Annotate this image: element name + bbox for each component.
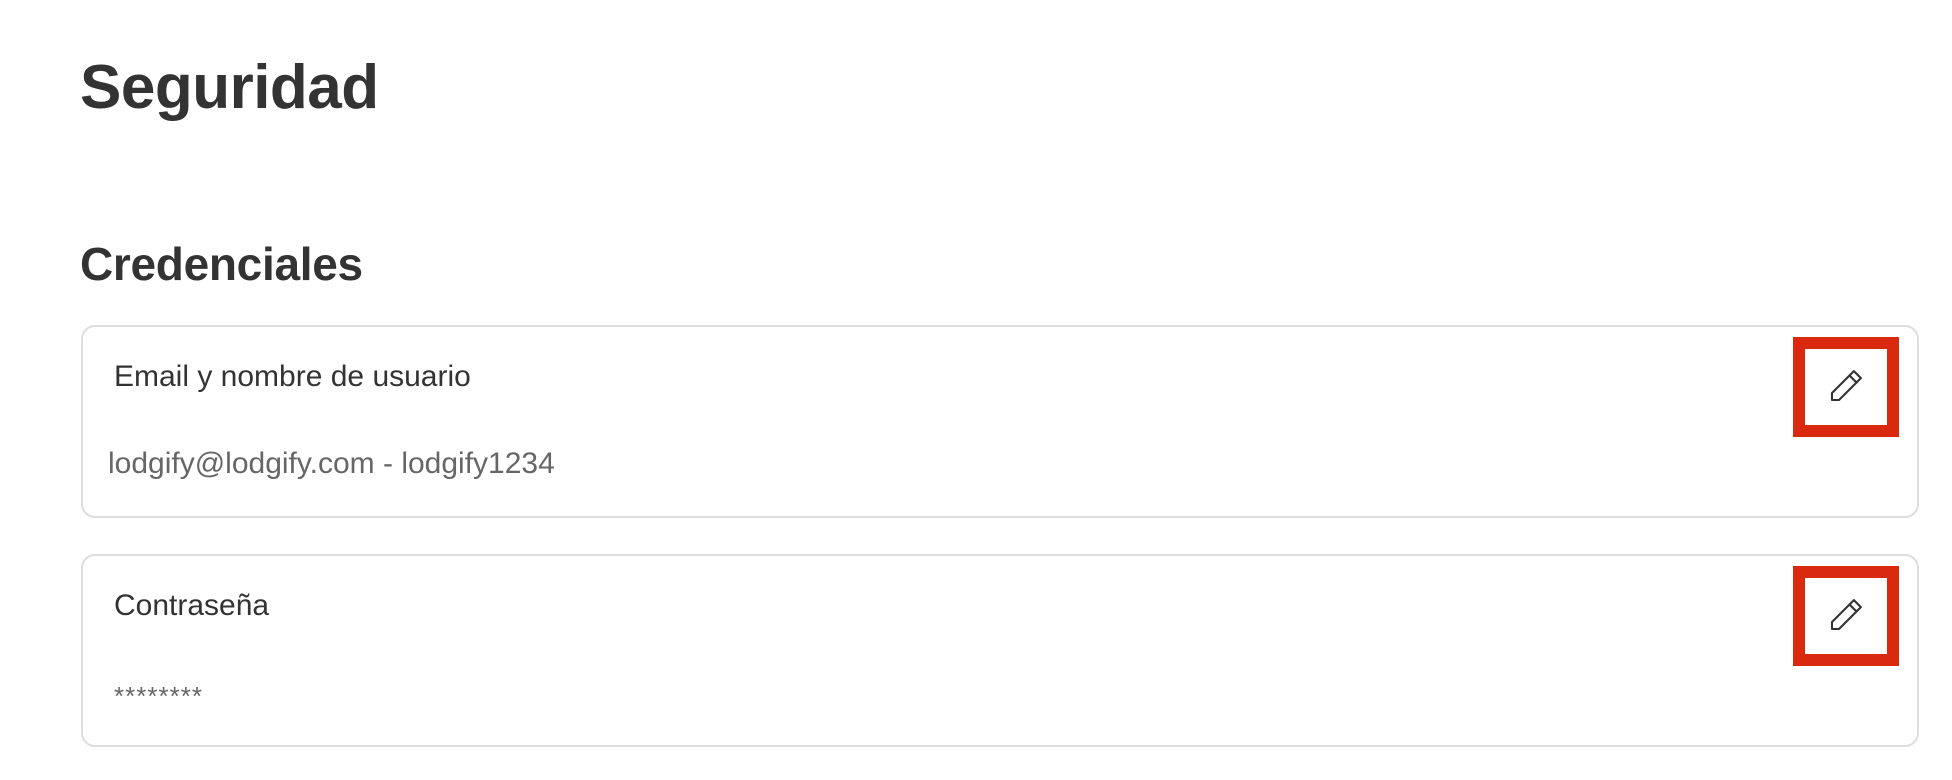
edit-highlight-box <box>1793 566 1899 666</box>
section-title-credentials: Credenciales <box>80 238 363 290</box>
edit-email-button[interactable] <box>1811 352 1881 422</box>
password-card: Contraseña ******** <box>81 554 1919 747</box>
pencil-icon <box>1825 594 1867 639</box>
password-value: ******** <box>114 681 203 711</box>
password-label: Contraseña <box>114 589 270 622</box>
page-title: Seguridad <box>80 53 379 122</box>
edit-password-button[interactable] <box>1811 581 1881 651</box>
security-page: Seguridad Credenciales Email y nombre de… <box>0 0 1952 780</box>
email-username-card: Email y nombre de usuario lodgify@lodgif… <box>81 325 1919 518</box>
edit-highlight-box <box>1793 337 1899 437</box>
email-username-value: lodgify@lodgify.com - lodgify1234 <box>108 447 555 480</box>
pencil-icon <box>1825 365 1867 410</box>
email-username-label: Email y nombre de usuario <box>114 360 471 393</box>
